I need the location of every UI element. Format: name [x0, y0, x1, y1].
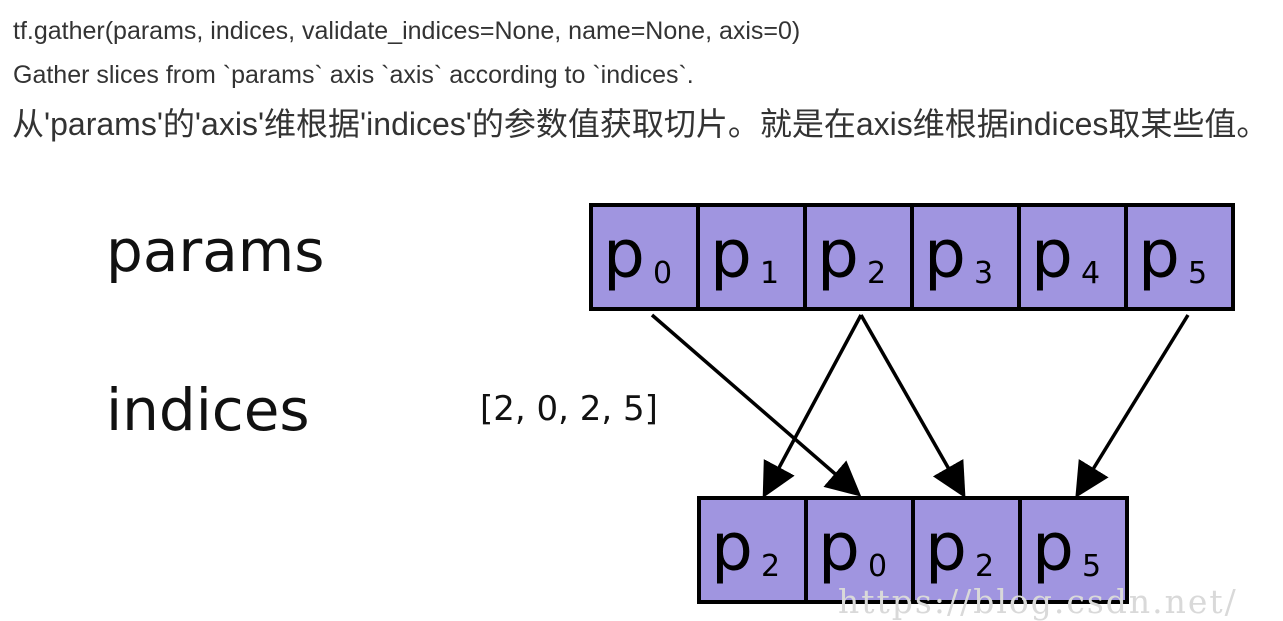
- cell-base-label: p: [1031, 216, 1073, 293]
- cell-subscript: 2: [867, 256, 886, 291]
- params-label: params: [106, 217, 324, 285]
- params-cell-1: p1: [696, 203, 807, 311]
- cell-subscript: 2: [975, 549, 994, 584]
- arrow-param-5-to-output-3: [1075, 314, 1190, 498]
- cell-base-label: p: [1138, 216, 1180, 293]
- params-cell-3: p3: [910, 203, 1021, 311]
- cell-subscript: 5: [1188, 256, 1207, 291]
- cell-base-label: p: [925, 509, 967, 586]
- cell-subscript: 2: [761, 549, 780, 584]
- cell-base-label: p: [924, 216, 966, 293]
- arrow-param-2-to-output-0: [762, 314, 863, 499]
- output-cell-0: p2: [697, 496, 808, 604]
- cell-base-label: p: [1032, 509, 1074, 586]
- cell-subscript: 4: [1081, 256, 1100, 291]
- params-cell-5: p5: [1124, 203, 1235, 311]
- arrow-param-0-to-output-1: [650, 313, 862, 497]
- indices-value: [2, 0, 2, 5]: [480, 389, 658, 429]
- cell-base-label: p: [817, 216, 859, 293]
- indices-label: indices: [106, 376, 310, 444]
- cell-subscript: 0: [653, 256, 672, 291]
- params-row: p0p1p2p3p4p5: [589, 203, 1235, 311]
- cell-base-label: p: [818, 509, 860, 586]
- params-cell-4: p4: [1017, 203, 1128, 311]
- arrow-param-2-to-output-2: [859, 314, 966, 499]
- cell-subscript: 0: [868, 549, 887, 584]
- watermark: https://blog.csdn.net/: [838, 582, 1238, 621]
- cell-base-label: p: [710, 216, 752, 293]
- cell-base-label: p: [603, 216, 645, 293]
- gather-diagram: params indices [2, 0, 2, 5] p0p1p2p3p4p5…: [106, 203, 1235, 604]
- cell-base-label: p: [711, 509, 753, 586]
- cell-subscript: 1: [760, 256, 779, 291]
- params-cell-2: p2: [803, 203, 914, 311]
- cell-subscript: 3: [974, 256, 993, 291]
- params-cell-0: p0: [589, 203, 700, 311]
- gather-arrows: [650, 313, 1190, 499]
- cell-subscript: 5: [1082, 549, 1101, 584]
